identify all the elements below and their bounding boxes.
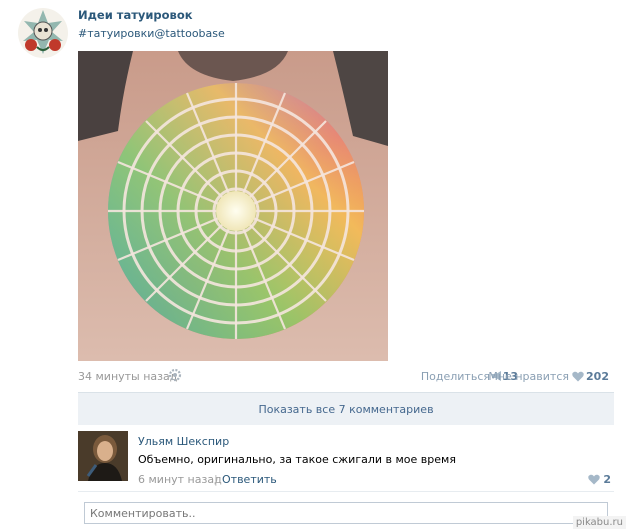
divider [78,491,614,492]
comment-separator: | [214,473,218,486]
watermark: pikabu.ru [572,516,626,529]
group-name[interactable]: Идеи татуировок [78,8,193,22]
share-button[interactable]: Поделиться [421,370,490,383]
reply-button[interactable]: Ответить [222,473,277,486]
post-actions: 34 минуты назад Поделиться 13 Мне нравит… [78,368,610,386]
comment-like-count: 2 [603,473,611,486]
gear-icon[interactable] [168,368,182,382]
post-photo[interactable] [78,51,388,361]
wall-post: Идеи татуировок #татуировки@tattoobase 3… [0,0,630,532]
commenter-avatar[interactable] [78,431,128,481]
comment-text: Объемно, оригинально, за такое сжигали в… [138,453,456,466]
comment-author[interactable]: Ульям Шекспир [138,435,229,448]
comment-input[interactable] [84,502,608,524]
group-avatar[interactable] [17,7,69,59]
post-time[interactable]: 34 минуты назад [78,370,177,383]
heart-icon[interactable] [588,474,600,485]
post-hashtags[interactable]: #татуировки@tattoobase [78,27,225,40]
like-count: 202 [586,370,609,383]
comment-item: Ульям Шекспир Объемно, оригинально, за т… [78,431,614,489]
like-button[interactable]: Мне нравится [488,370,569,383]
comment-time[interactable]: 6 минут назад [138,473,222,486]
show-all-comments-button[interactable]: Показать все 7 комментариев [78,392,614,425]
heart-icon[interactable] [572,371,584,382]
